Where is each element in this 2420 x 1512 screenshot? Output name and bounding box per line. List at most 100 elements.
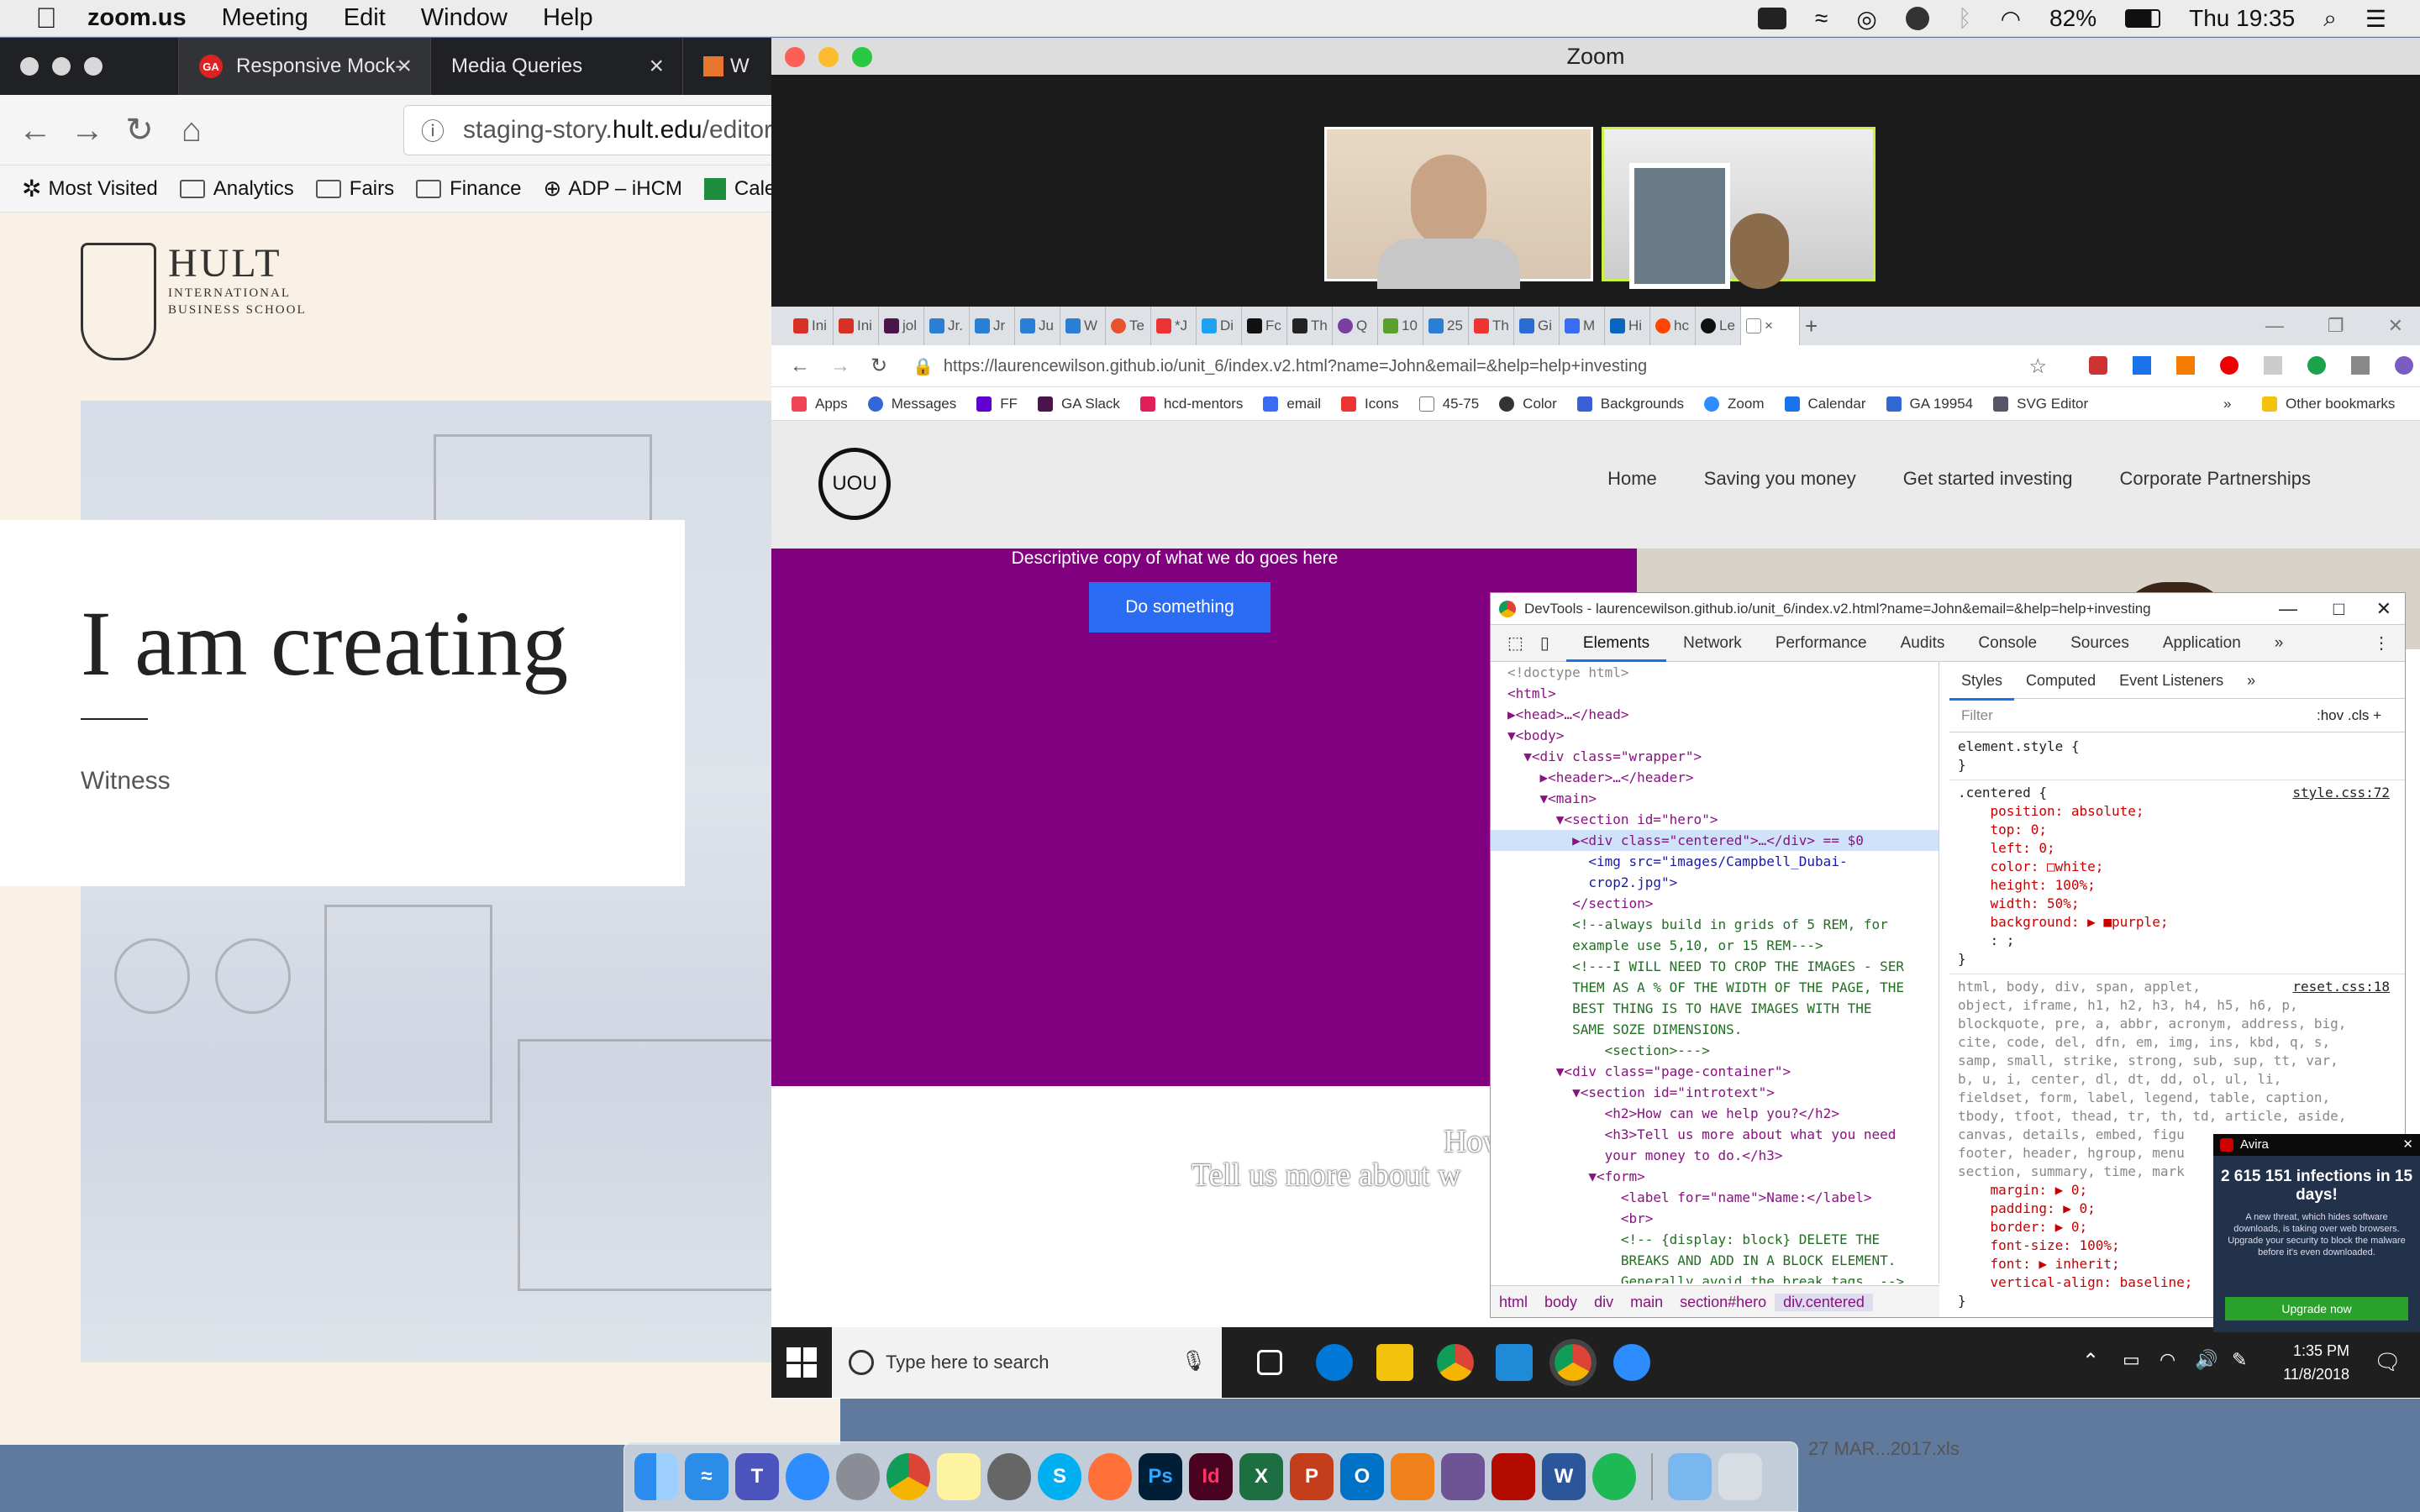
- spotify-icon[interactable]: [1592, 1453, 1636, 1500]
- trash-icon[interactable]: [1718, 1453, 1762, 1500]
- crumb-section-hero[interactable]: section#hero: [1671, 1294, 1775, 1311]
- kebab-menu-icon[interactable]: ⋮: [2373, 633, 2390, 654]
- dom-line[interactable]: ▼<section id="introtext">: [1491, 1082, 1939, 1103]
- menu-help[interactable]: Help: [543, 4, 593, 32]
- chrome-tab[interactable]: Ini: [834, 307, 879, 345]
- zoom-dock-icon[interactable]: [786, 1453, 829, 1500]
- dom-comment[interactable]: <!--always build in grids of 5 REM, for: [1491, 914, 1939, 935]
- close-window-button[interactable]: [20, 57, 39, 76]
- battery-icon[interactable]: [2125, 9, 2161, 28]
- dom-line[interactable]: <img src="images/Campbell_Dubai-: [1491, 851, 1939, 872]
- device-toolbar-icon[interactable]: ▯: [1540, 625, 1566, 662]
- dom-line[interactable]: ▶<head>…</head>: [1491, 704, 1939, 725]
- clock[interactable]: Thu 19:35: [2189, 5, 2295, 32]
- apple-icon[interactable]: : [32, 4, 60, 33]
- close-icon[interactable]: ✕: [2388, 315, 2403, 337]
- taskbar-clock[interactable]: 1:35 PM 11/8/2018: [2283, 1339, 2349, 1386]
- style-rule[interactable]: reset.css:18 html, body, div, span, apple…: [1949, 974, 2405, 996]
- bookmark-ga-slack[interactable]: GA Slack: [1038, 396, 1120, 412]
- hult-logo[interactable]: HULT INTERNATIONAL BUSINESS SCHOOL: [81, 243, 307, 360]
- bookmark-ga-19954[interactable]: GA 19954: [1886, 396, 1973, 412]
- network-tray-icon[interactable]: ◠: [2160, 1349, 2175, 1371]
- desktop-file-label[interactable]: 27 MAR...2017.xls: [1808, 1438, 1960, 1460]
- home-icon[interactable]: ⌂: [175, 113, 208, 147]
- word-icon[interactable]: W: [1542, 1453, 1586, 1500]
- dom-line[interactable]: </section>: [1491, 893, 1939, 914]
- menu-app-zoom[interactable]: zoom.us: [87, 4, 187, 32]
- chrome-tab[interactable]: 25: [1423, 307, 1469, 345]
- bookmark-most-visited[interactable]: ✲ Most Visited: [22, 175, 158, 202]
- participant-video-2[interactable]: [1602, 127, 1876, 289]
- chrome-tab[interactable]: Di: [1197, 307, 1242, 345]
- style-prop[interactable]: height: 100%;: [1949, 876, 2405, 895]
- minimize-icon[interactable]: —: [2265, 315, 2284, 337]
- zoom-status-icon[interactable]: [1757, 8, 1786, 29]
- bookmark-analytics[interactable]: Analytics: [179, 177, 294, 201]
- wave-status-icon[interactable]: ≈: [1815, 5, 1828, 32]
- dom-comment[interactable]: BEST THING IS TO HAVE IMAGES WITH THE: [1491, 998, 1939, 1019]
- bluetooth-icon[interactable]: ᛒ: [1958, 5, 1972, 32]
- remote-desktop-icon[interactable]: [1496, 1344, 1533, 1381]
- style-prop[interactable]: width: 50%;: [1949, 895, 2405, 913]
- minimize-window-button[interactable]: [818, 47, 839, 67]
- dom-line[interactable]: ▼<div class="page-container">: [1491, 1061, 1939, 1082]
- powerpoint-icon[interactable]: P: [1290, 1453, 1334, 1500]
- chrome-tab[interactable]: Ju: [1015, 307, 1060, 345]
- chrome-icon[interactable]: [1437, 1344, 1474, 1381]
- dom-line-selected[interactable]: ▶<div class="centered">…</div> == $0: [1491, 830, 1939, 851]
- teams-icon[interactable]: T: [735, 1453, 779, 1500]
- bookmark-backgrounds[interactable]: Backgrounds: [1576, 396, 1684, 412]
- chrome-tab[interactable]: Te: [1106, 307, 1151, 345]
- menu-window[interactable]: Window: [421, 4, 508, 32]
- tab-sources[interactable]: Sources: [2054, 625, 2146, 662]
- chrome-dock-icon[interactable]: [886, 1453, 930, 1500]
- chrome-tab[interactable]: Q: [1333, 307, 1378, 345]
- extension-icon[interactable]: [2220, 356, 2238, 375]
- dom-line[interactable]: ▼<body>: [1491, 725, 1939, 746]
- chrome-active-icon[interactable]: [1549, 1339, 1597, 1386]
- tab-more[interactable]: »: [2235, 671, 2267, 690]
- reload-icon[interactable]: ↻: [123, 113, 156, 147]
- sublime-icon[interactable]: [1391, 1453, 1434, 1500]
- extension-icon[interactable]: [2176, 356, 2195, 375]
- bookmarks-overflow-chevron[interactable]: »: [2223, 396, 2231, 412]
- close-window-button[interactable]: [785, 47, 805, 67]
- wave-app-icon[interactable]: ≈: [685, 1453, 729, 1500]
- notes-icon[interactable]: [937, 1453, 981, 1500]
- bookmark-apps[interactable]: Apps: [792, 396, 848, 412]
- nav-get-started-investing[interactable]: Get started investing: [1903, 468, 2073, 490]
- dom-comment[interactable]: BREAKS AND ADD IN A BLOCK ELEMENT.: [1491, 1250, 1939, 1271]
- dom-line[interactable]: ▼<main>: [1491, 788, 1939, 809]
- tab-w[interactable]: W: [682, 38, 770, 95]
- tab-more[interactable]: »: [2258, 625, 2301, 662]
- chrome-tab[interactable]: Th: [1287, 307, 1333, 345]
- style-prop[interactable]: background: ▶ ■purple;: [1949, 913, 2405, 932]
- bookmark-finance[interactable]: Finance: [416, 177, 522, 201]
- chrome-tab[interactable]: *J: [1151, 307, 1197, 345]
- tab-network[interactable]: Network: [1666, 625, 1759, 662]
- github-desktop-icon[interactable]: [1441, 1453, 1485, 1500]
- dom-line[interactable]: <html>: [1491, 683, 1939, 704]
- forward-arrow-icon[interactable]: →: [71, 113, 104, 147]
- close-icon[interactable]: ✕: [2376, 598, 2391, 620]
- bookmark-email[interactable]: email: [1263, 396, 1321, 412]
- chrome-tab[interactable]: Le: [1696, 307, 1741, 345]
- bookmark-adp[interactable]: ⊕ ADP – iHCM: [544, 176, 682, 202]
- outlook-icon[interactable]: O: [1340, 1453, 1384, 1500]
- skype-status-icon[interactable]: [1905, 7, 1929, 30]
- tray-chevron-icon[interactable]: ⌃: [2082, 1349, 2099, 1373]
- dom-line[interactable]: <br>: [1491, 1208, 1939, 1229]
- uou-logo[interactable]: UOU: [818, 448, 891, 520]
- close-tab-icon[interactable]: ×: [649, 52, 664, 81]
- maximize-icon[interactable]: ❐: [2328, 315, 2344, 337]
- dom-line[interactable]: ▼<form>: [1491, 1166, 1939, 1187]
- close-tab-icon[interactable]: ×: [397, 52, 412, 81]
- creative-cloud-icon[interactable]: ◎: [1856, 5, 1876, 33]
- do-something-button[interactable]: Do something: [1089, 582, 1270, 633]
- chrome-tab[interactable]: Fc: [1242, 307, 1287, 345]
- participant-video-1[interactable]: [1324, 127, 1593, 289]
- dom-comment[interactable]: <!---I WILL NEED TO CROP THE IMAGES - SE…: [1491, 956, 1939, 977]
- firefox-dock-icon[interactable]: [1088, 1453, 1132, 1500]
- notification-center-icon[interactable]: ☰: [2365, 5, 2386, 33]
- style-prop-new[interactable]: : ;: [1949, 932, 2405, 950]
